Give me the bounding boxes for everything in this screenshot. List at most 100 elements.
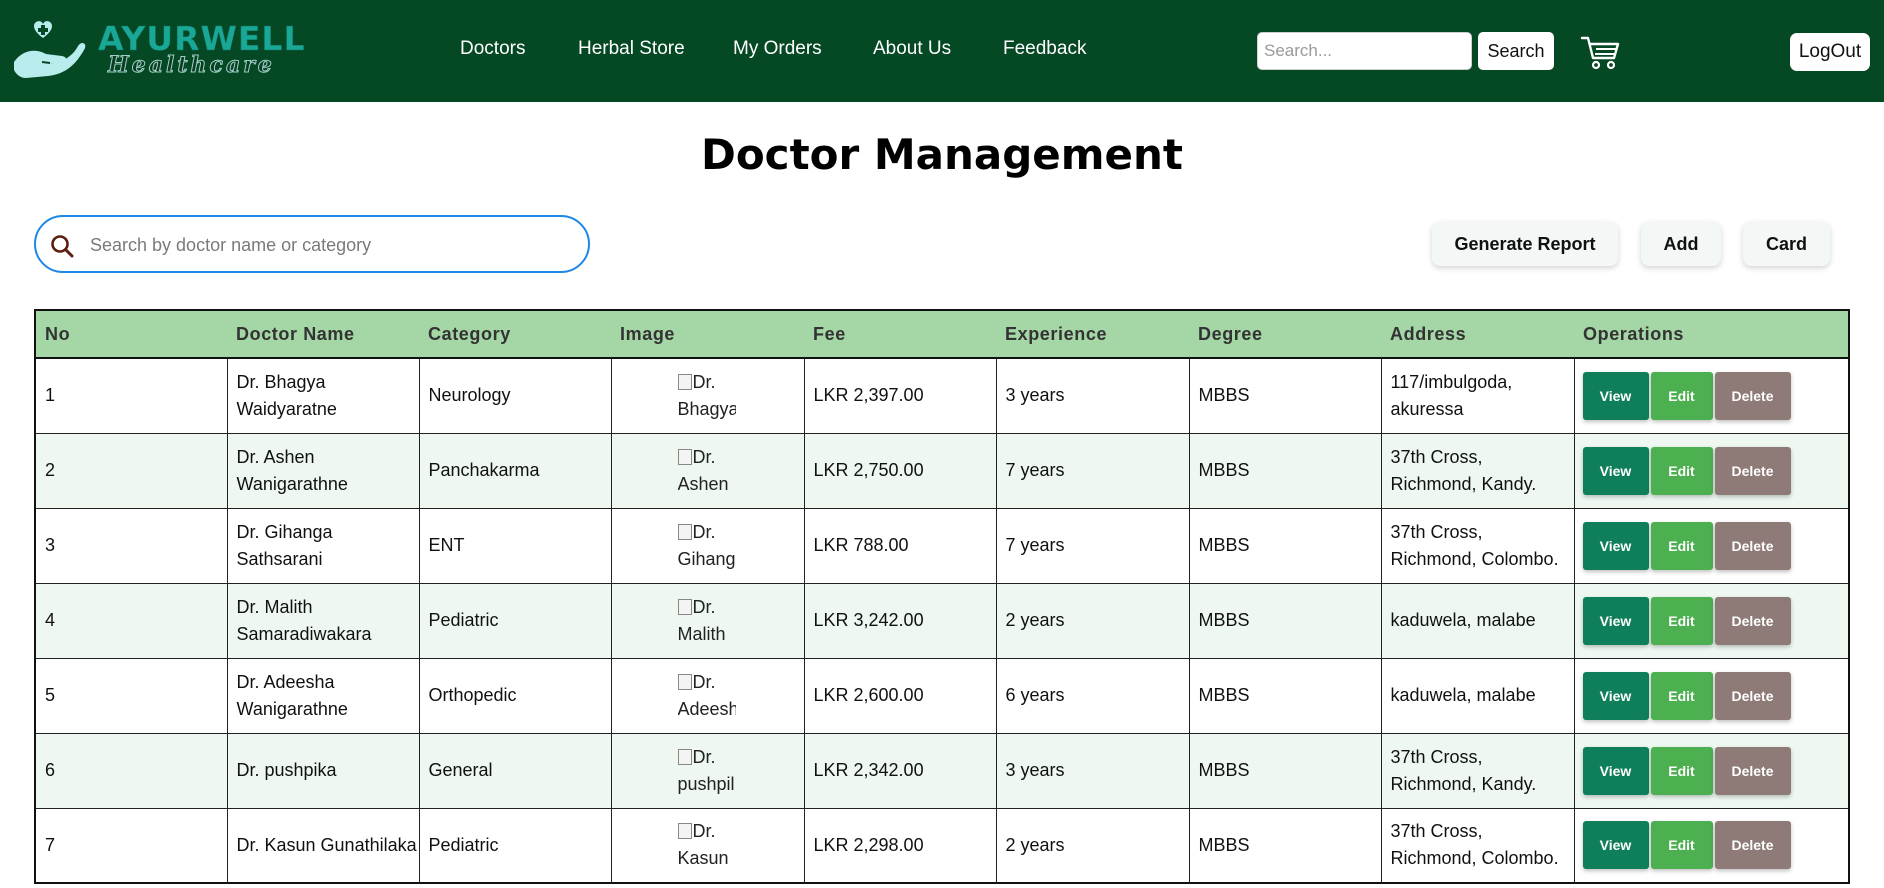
nav-feedback[interactable]: Feedback (1003, 38, 1086, 60)
doctor-photo: Dr. Malith (677, 594, 736, 648)
delete-button[interactable]: Delete (1714, 371, 1791, 420)
cell-image: Dr. Gihang (610, 507, 805, 584)
cell-degree: MBBS (1188, 732, 1382, 809)
cell-fee: LKR 2,397.00 (803, 357, 997, 434)
nav-doctors[interactable]: Doctors (460, 38, 525, 60)
edit-button[interactable]: Edit (1650, 671, 1713, 720)
cell-category: ENT (418, 507, 612, 584)
view-button[interactable]: View (1582, 746, 1649, 795)
cell-experience: 2 years (995, 582, 1190, 659)
edit-button[interactable]: Edit (1650, 521, 1713, 570)
table-row: 5 Dr. Adeesha Wanigarathne Orthopedic Dr. A… (34, 657, 1850, 734)
cell-category: Pediatric (418, 807, 612, 884)
delete-button[interactable]: Delete (1714, 746, 1791, 795)
cell-image: Dr. Bhagya (610, 357, 805, 434)
nav-my-orders[interactable]: My Orders (733, 38, 822, 60)
doctor-photo: Dr. pushpil (677, 744, 736, 798)
delete-button[interactable]: Delete (1714, 521, 1791, 570)
cell-no: 5 (34, 657, 228, 734)
col-header-degree: Degree (1189, 309, 1381, 359)
cell-category: Panchakarma (418, 432, 612, 509)
nav-about-us[interactable]: About Us (873, 38, 951, 60)
edit-button[interactable]: Edit (1650, 371, 1713, 420)
edit-button[interactable]: Edit (1650, 446, 1713, 495)
cell-no: 2 (34, 432, 228, 509)
edit-button[interactable]: Edit (1650, 821, 1713, 870)
cell-operations: View Edit Delete (1573, 357, 1850, 434)
cell-image: Dr. Adeesh (610, 657, 805, 734)
table-row: 7 Dr. Kasun Gunathilaka Pediatric Dr. Kasun… (34, 807, 1850, 884)
col-header-no: No (34, 309, 227, 359)
doctor-search-input[interactable] (90, 227, 570, 263)
broken-image-icon (677, 373, 692, 390)
cell-category: Pediatric (418, 582, 612, 659)
col-header-address: Address (1381, 309, 1574, 359)
brand-subtitle: Healthcare (108, 52, 275, 79)
edit-button[interactable]: Edit (1650, 596, 1713, 645)
col-header-experience: Experience (996, 309, 1189, 359)
delete-button[interactable]: Delete (1714, 671, 1791, 720)
card-button[interactable]: Card (1743, 222, 1830, 266)
view-button[interactable]: View (1582, 821, 1649, 870)
top-navbar: AYURWELL Healthcare Doctors Herbal Store… (0, 0, 1884, 102)
cell-degree: MBBS (1188, 357, 1382, 434)
cell-operations: View Edit Delete (1573, 582, 1850, 659)
view-button[interactable]: View (1582, 671, 1649, 720)
col-header-operations: Operations (1574, 309, 1850, 359)
broken-image-icon (677, 523, 692, 540)
edit-button[interactable]: Edit (1650, 746, 1713, 795)
table-header-row: No Doctor Name Category Image Fee Experi… (34, 309, 1850, 359)
cell-degree: MBBS (1188, 582, 1382, 659)
cell-no: 7 (34, 807, 228, 884)
broken-image-icon (677, 598, 692, 615)
broken-image-icon (677, 448, 692, 465)
cell-experience: 6 years (995, 657, 1190, 734)
cell-no: 4 (34, 582, 228, 659)
cell-image: Dr. Malith (610, 582, 805, 659)
cell-fee: LKR 2,298.00 (803, 807, 997, 884)
nav-herbal-store[interactable]: Herbal Store (578, 38, 685, 60)
delete-button[interactable]: Delete (1714, 821, 1791, 870)
add-button[interactable]: Add (1641, 222, 1721, 266)
doctor-search-box[interactable] (34, 215, 590, 273)
view-button[interactable]: View (1582, 446, 1649, 495)
cell-address: 37th Cross, Richmond, Colombo. (1380, 507, 1575, 584)
cell-doctor-name: Dr. pushpika (226, 732, 420, 809)
cell-image: Dr. Ashen (610, 432, 805, 509)
doctor-table-wrapper: No Doctor Name Category Image Fee Experi… (34, 309, 1850, 884)
page-title: Doctor Management (700, 130, 1184, 179)
view-button[interactable]: View (1582, 596, 1649, 645)
delete-button[interactable]: Delete (1714, 446, 1791, 495)
view-button[interactable]: View (1582, 371, 1649, 420)
doctor-photo: Dr. Bhagya (677, 369, 736, 423)
view-button[interactable]: View (1582, 521, 1649, 570)
broken-image-icon (677, 823, 692, 840)
brand-logo[interactable]: AYURWELL Healthcare (12, 19, 305, 80)
cell-fee: LKR 3,242.00 (803, 582, 997, 659)
cell-category: Orthopedic (418, 657, 612, 734)
cart-icon[interactable] (1580, 34, 1622, 70)
table-row: 2 Dr. Ashen Wanigarathne Panchakarma Dr. As… (34, 432, 1850, 509)
cell-address: 37th Cross, Richmond, Kandy. (1380, 432, 1575, 509)
broken-image-icon (677, 748, 692, 765)
logout-button[interactable]: LogOut (1790, 33, 1870, 71)
delete-button[interactable]: Delete (1714, 596, 1791, 645)
cell-experience: 3 years (995, 357, 1190, 434)
cell-fee: LKR 2,342.00 (803, 732, 997, 809)
cell-no: 6 (34, 732, 228, 809)
cell-address: kaduwela, malabe (1380, 582, 1575, 659)
cell-doctor-name: Dr. Gihanga Sathsarani (226, 507, 420, 584)
doctor-photo: Dr. Ashen (677, 444, 736, 498)
cell-fee: LKR 788.00 (803, 507, 997, 584)
search-icon (51, 235, 74, 258)
header-search-button[interactable]: Search (1478, 32, 1554, 70)
cell-category: Neurology (418, 357, 612, 434)
header-search-input[interactable] (1257, 32, 1472, 70)
doctor-photo: Dr. Kasun (677, 818, 736, 872)
cell-experience: 3 years (995, 732, 1190, 809)
generate-report-button[interactable]: Generate Report (1432, 222, 1618, 266)
cell-experience: 7 years (995, 507, 1190, 584)
cell-address: 37th Cross, Richmond, Colombo. (1380, 807, 1575, 884)
cell-operations: View Edit Delete (1573, 732, 1850, 809)
cell-doctor-name: Dr. Kasun Gunathilaka (226, 807, 420, 884)
